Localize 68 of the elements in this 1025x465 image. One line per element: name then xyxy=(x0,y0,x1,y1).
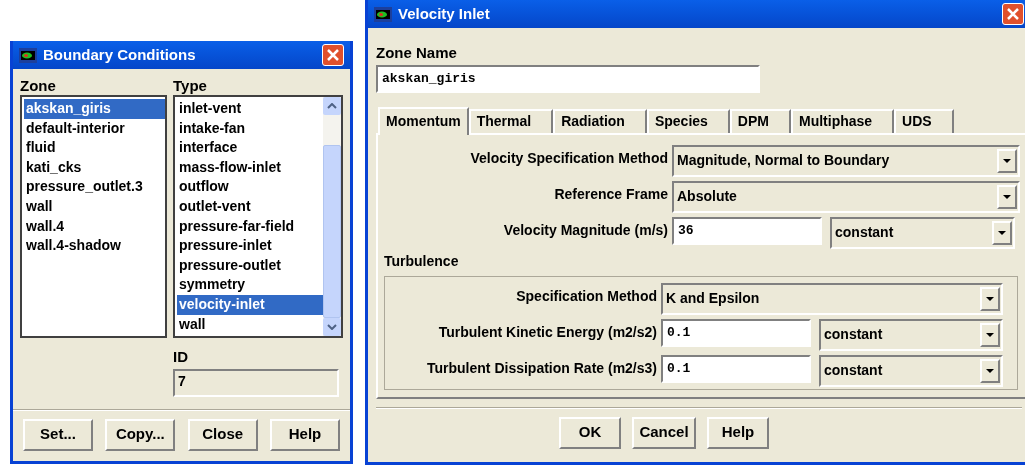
list-item[interactable]: pressure_outlet.3 xyxy=(24,177,165,197)
group-title: Turbulence xyxy=(384,251,460,271)
list-item[interactable]: outlet-vent xyxy=(177,196,323,217)
scroll-thumb[interactable] xyxy=(323,145,341,318)
dropdown[interactable]: Magnitude, Normal to Boundary xyxy=(672,144,1020,177)
field-label: Velocity Magnitude (m/s) xyxy=(502,220,668,240)
dialog-button[interactable]: OK xyxy=(559,416,621,449)
dialog-button[interactable]: Close xyxy=(187,418,258,451)
scroll-up-icon[interactable] xyxy=(323,97,341,115)
dialog-button[interactable]: Help xyxy=(707,416,769,449)
close-icon xyxy=(327,49,339,61)
dropdown[interactable]: K and Epsilon xyxy=(661,282,1003,315)
list-item[interactable]: inlet-vent xyxy=(177,99,323,119)
dropdown[interactable]: constant xyxy=(830,216,1015,249)
list-item[interactable]: interface xyxy=(177,138,323,158)
field-label: Specification Method xyxy=(515,286,657,306)
list-item[interactable]: symmetry xyxy=(177,275,323,295)
window-title: Boundary Conditions xyxy=(43,44,197,65)
list-item[interactable]: pressure-far-field xyxy=(177,216,323,237)
list-item[interactable]: wall xyxy=(24,196,165,217)
tab[interactable]: Momentum xyxy=(378,106,469,135)
list-item[interactable]: wall.4-shadow xyxy=(24,236,165,256)
window-title: Velocity Inlet xyxy=(398,3,491,24)
dropdown[interactable]: constant xyxy=(819,354,1003,387)
tab[interactable]: Radiation xyxy=(553,108,647,133)
list-item[interactable]: outflow xyxy=(177,177,323,197)
close-button[interactable] xyxy=(1002,3,1024,25)
dialog-button[interactable]: Set... xyxy=(23,418,93,451)
dialog-button[interactable]: Help xyxy=(270,418,340,451)
list-item[interactable]: velocity-inlet xyxy=(177,294,323,315)
field-label: Reference Frame xyxy=(553,184,668,204)
list-item[interactable]: mass-flow-inlet xyxy=(177,157,323,178)
tab[interactable]: Species xyxy=(646,108,730,133)
tab[interactable]: Multiphase xyxy=(791,108,895,133)
id-field[interactable]: 7 xyxy=(173,368,339,397)
dropdown[interactable]: constant xyxy=(819,318,1003,351)
scroll-down-icon[interactable] xyxy=(323,318,341,336)
scrollbar[interactable] xyxy=(323,97,341,336)
input-field[interactable]: 0.1 xyxy=(661,318,811,347)
tab[interactable]: Thermal xyxy=(468,108,554,133)
list-item[interactable]: pressure-outlet xyxy=(177,255,323,276)
field-label: Turbulent Dissipation Rate (m2/s3) xyxy=(426,358,657,378)
zone-name-label: Zone Name xyxy=(376,43,458,63)
dialog-button[interactable]: Cancel xyxy=(632,416,696,449)
list-item[interactable]: wall.4 xyxy=(24,216,165,237)
field-label: Turbulent Kinetic Energy (m2/s2) xyxy=(437,322,657,342)
app-icon xyxy=(19,47,37,63)
list-item[interactable]: intake-fan xyxy=(177,118,323,139)
list-label: Zone xyxy=(20,76,57,95)
input-field[interactable]: 36 xyxy=(672,216,822,245)
close-button[interactable] xyxy=(322,44,344,66)
list-item[interactable]: fluid xyxy=(24,138,165,158)
id-label: ID xyxy=(173,347,189,367)
dialog-button[interactable]: Copy... xyxy=(105,418,176,451)
tab[interactable]: UDS xyxy=(894,108,954,133)
list-item[interactable]: wall xyxy=(177,314,323,335)
dropdown[interactable]: Absolute xyxy=(672,180,1020,213)
list-item[interactable]: akskan_giris xyxy=(24,99,165,119)
input-field[interactable]: 0.1 xyxy=(661,354,811,383)
app-icon xyxy=(374,6,392,22)
list-item[interactable]: kati_cks xyxy=(24,157,165,178)
list-item[interactable]: pressure-inlet xyxy=(177,236,323,256)
close-icon xyxy=(1007,8,1019,20)
list-label: Type xyxy=(173,76,208,95)
list-item[interactable]: default-interior xyxy=(24,118,165,139)
tab[interactable]: DPM xyxy=(729,108,791,133)
input-field[interactable]: akskan_giris xyxy=(376,64,760,93)
field-label: Velocity Specification Method xyxy=(469,148,668,168)
